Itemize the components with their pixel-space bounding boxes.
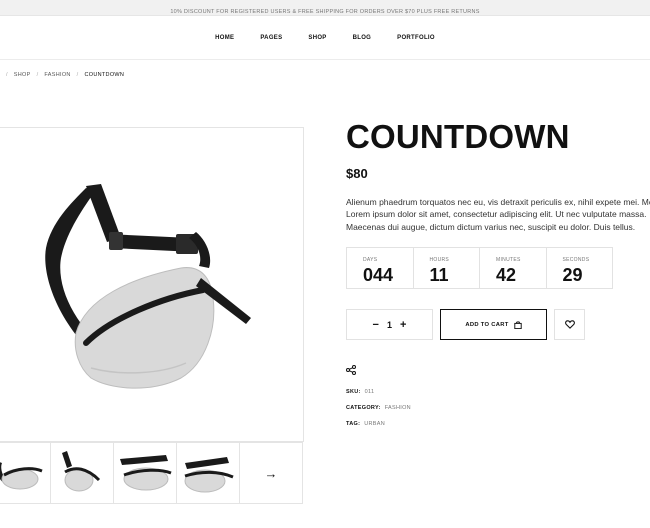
- product-title: COUNTDOWN: [346, 118, 570, 155]
- nav-home[interactable]: HOME: [215, 35, 234, 41]
- countdown-minutes-value: 42: [496, 265, 517, 285]
- quantity-decrease-button[interactable]: −: [373, 319, 379, 331]
- thumbnail-1[interactable]: [0, 442, 51, 504]
- countdown-minutes-label: MINUTES: [496, 257, 521, 263]
- product-tag: TAG: URBAN: [346, 421, 385, 427]
- add-to-cart-label: ADD TO CART: [465, 321, 509, 328]
- product-price: $80: [346, 166, 368, 181]
- sku-label: SKU:: [346, 389, 361, 395]
- heart-icon: [564, 320, 575, 329]
- product-category: CATEGORY: FASHION: [346, 405, 411, 411]
- thumbnail-strip: →: [0, 442, 303, 504]
- nav-pages[interactable]: PAGES: [260, 35, 282, 41]
- category-label: CATEGORY:: [346, 405, 381, 411]
- tag-label: TAG:: [346, 421, 361, 427]
- countdown-seconds-label: SECONDS: [562, 257, 590, 263]
- thumbnail-2[interactable]: [51, 442, 114, 504]
- share-button[interactable]: [346, 362, 356, 380]
- countdown-days-label: DAYS: [363, 257, 378, 263]
- announcement-text: 10% DISCOUNT FOR REGISTERED USERS & FREE…: [170, 9, 480, 15]
- product-sku: SKU: 011: [346, 389, 374, 395]
- countdown-hours-label: HOURS: [429, 257, 450, 263]
- bag-icon: [513, 320, 522, 329]
- thumbnail-3[interactable]: [114, 442, 177, 504]
- add-to-cart-button[interactable]: ADD TO CART: [440, 309, 547, 340]
- main-nav: HOME PAGES SHOP BLOG PORTFOLIO: [0, 16, 650, 60]
- quantity-increase-button[interactable]: +: [400, 319, 406, 331]
- description-line: Alienum phaedrum torquatos nec eu, vis d…: [346, 197, 650, 207]
- countdown-days: DAYS 044: [347, 248, 414, 288]
- countdown-timer: DAYS 044 HOURS 11 MINUTES 42 SECONDS 29: [346, 247, 613, 289]
- category-link[interactable]: FASHION: [385, 405, 411, 411]
- quantity-stepper: − 1 +: [346, 309, 433, 340]
- countdown-days-value: 044: [363, 265, 394, 285]
- breadcrumb: E / SHOP / FASHION / COUNTDOWN: [0, 72, 124, 78]
- countdown-hours: HOURS 11: [414, 248, 480, 288]
- countdown-hours-value: 11: [429, 265, 449, 285]
- thumbnail-4[interactable]: [177, 442, 240, 504]
- breadcrumb-separator: /: [5, 72, 8, 78]
- description-line: Maecenas dui augue, dictum dictum varius…: [346, 221, 636, 232]
- arrow-right-icon: →: [264, 465, 278, 481]
- countdown-seconds: SECONDS 29: [547, 248, 613, 288]
- countdown-minutes: MINUTES 42: [480, 248, 547, 288]
- wishlist-button[interactable]: [554, 309, 585, 340]
- description-line: Lorem ipsum dolor sit amet, consectetur …: [346, 209, 647, 220]
- product-main-image[interactable]: [0, 127, 304, 442]
- announcement-bar: 10% DISCOUNT FOR REGISTERED USERS & FREE…: [0, 0, 650, 16]
- gallery-next-button[interactable]: →: [240, 442, 303, 504]
- nav-blog[interactable]: BLOG: [353, 35, 372, 41]
- nav-portfolio[interactable]: PORTFOLIO: [397, 35, 435, 41]
- breadcrumb-shop[interactable]: SHOP: [14, 72, 31, 78]
- share-icon: [346, 365, 356, 375]
- quantity-value[interactable]: 1: [387, 320, 392, 330]
- nav-shop[interactable]: SHOP: [308, 35, 326, 41]
- breadcrumb-separator: /: [36, 72, 39, 78]
- tag-link[interactable]: URBAN: [364, 421, 385, 427]
- fanny-pack-image: [45, 184, 251, 389]
- breadcrumb-separator: /: [76, 72, 79, 78]
- breadcrumb-current: COUNTDOWN: [84, 72, 125, 78]
- sku-value: 011: [364, 389, 375, 395]
- countdown-seconds-value: 29: [562, 265, 583, 285]
- product-description: Alienum phaedrum torquatos nec eu, vis d…: [346, 196, 650, 233]
- breadcrumb-fashion[interactable]: FASHION: [44, 72, 70, 78]
